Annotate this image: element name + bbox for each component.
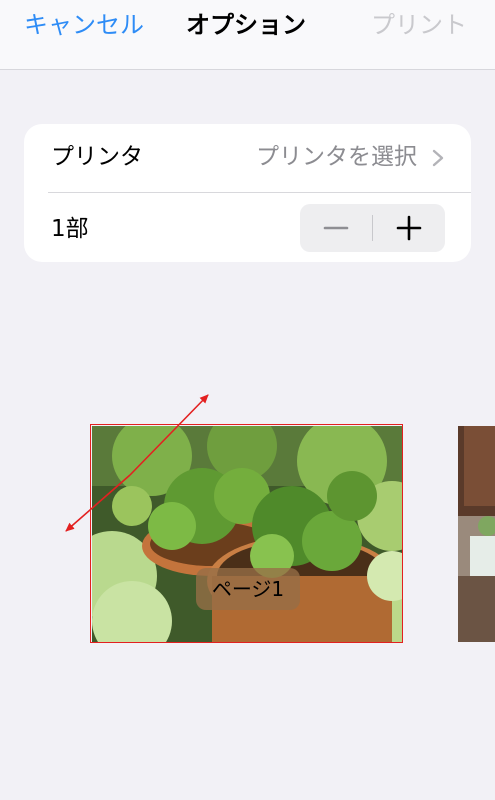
row-divider bbox=[48, 192, 471, 193]
page-number-badge: ページ1 bbox=[196, 568, 300, 610]
page-title: オプション bbox=[186, 11, 306, 39]
printer-select-value: プリンタを選択 bbox=[256, 144, 417, 170]
copies-stepper bbox=[300, 204, 445, 252]
decrement-button[interactable] bbox=[300, 204, 372, 252]
printer-row[interactable]: プリンタ プリンタを選択 bbox=[24, 124, 471, 193]
cancel-button[interactable]: キャンセル bbox=[24, 10, 144, 40]
next-page-thumbnail[interactable] bbox=[458, 426, 495, 642]
chevron-right-icon bbox=[432, 149, 444, 167]
minus-icon bbox=[323, 226, 349, 230]
navigation-bar: キャンセル オプション プリント bbox=[0, 0, 495, 70]
print-options-card: プリンタ プリンタを選択 1部 bbox=[24, 124, 471, 262]
next-page-photo bbox=[458, 426, 495, 642]
printer-label: プリンタ bbox=[51, 144, 143, 170]
increment-button[interactable] bbox=[373, 204, 445, 252]
copies-label: 1部 bbox=[51, 216, 89, 242]
annotation-arrow bbox=[65, 394, 209, 532]
print-button[interactable]: プリント bbox=[371, 10, 467, 40]
plus-icon bbox=[396, 215, 422, 241]
